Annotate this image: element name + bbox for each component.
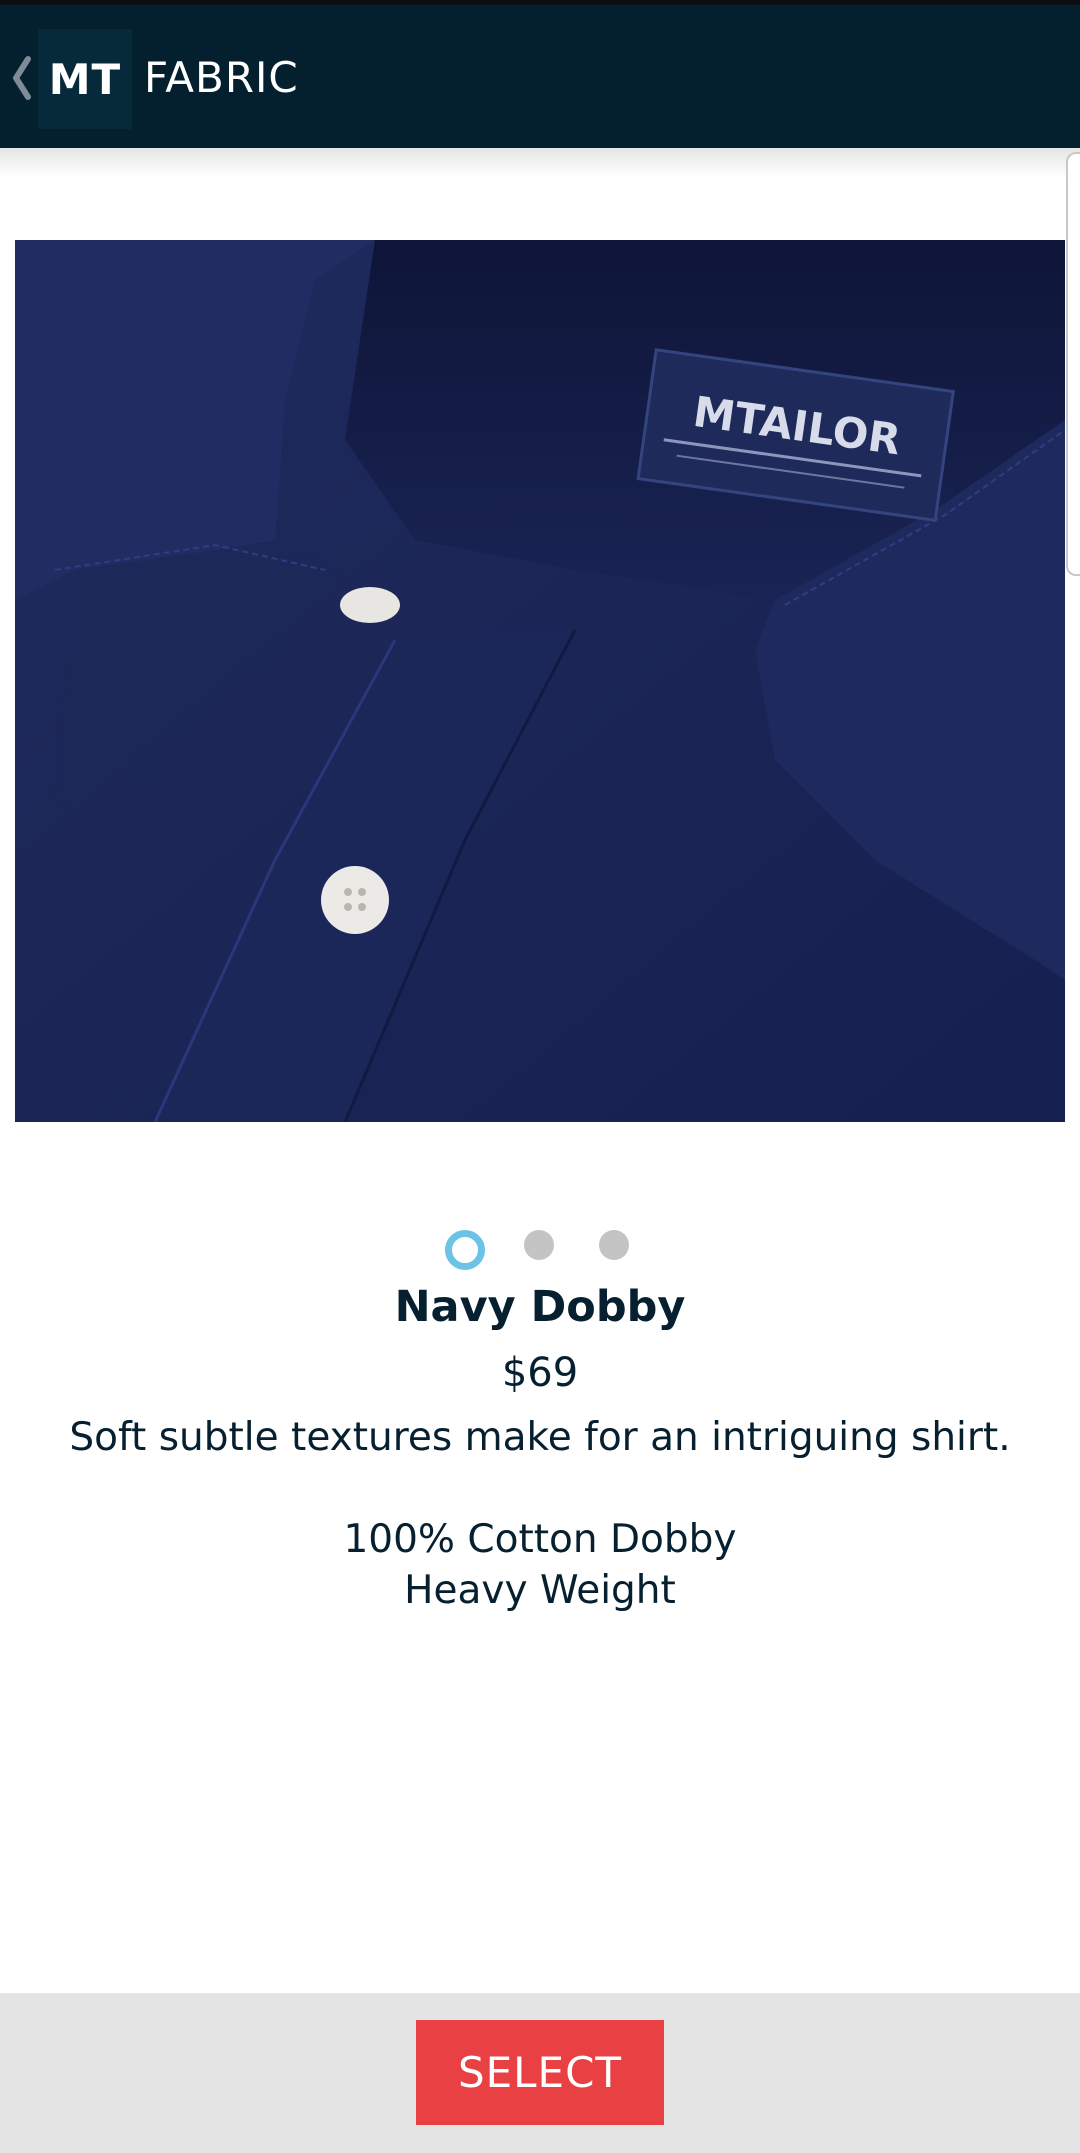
page-title: FABRIC xyxy=(144,53,299,102)
shirt-collar-image: MTAILOR xyxy=(15,240,1065,1122)
select-button[interactable]: SELECT xyxy=(416,2020,664,2125)
logo[interactable]: MT xyxy=(38,29,132,129)
carousel-dot-2[interactable] xyxy=(524,1230,554,1260)
carousel-dot-3[interactable] xyxy=(599,1230,629,1260)
carousel-indicator xyxy=(0,1230,1080,1270)
fabric-spec-material: 100% Cotton Dobby xyxy=(343,1517,737,1562)
logo-text: MT xyxy=(48,54,122,104)
product-image[interactable]: MTAILOR xyxy=(15,240,1065,1122)
app-bar-shadow xyxy=(0,148,1080,178)
side-drawer-handle[interactable] xyxy=(1066,152,1080,576)
carousel-dot-1[interactable] xyxy=(445,1230,485,1270)
fabric-name: Navy Dobby xyxy=(394,1282,686,1332)
app-bar: MT FABRIC xyxy=(0,5,1080,148)
fabric-spec-weight: Heavy Weight xyxy=(404,1568,676,1613)
fabric-description: Soft subtle textures make for an intrigu… xyxy=(69,1415,1011,1460)
fabric-price: $69 xyxy=(501,1350,579,1396)
chevron-left-icon[interactable] xyxy=(10,53,34,103)
